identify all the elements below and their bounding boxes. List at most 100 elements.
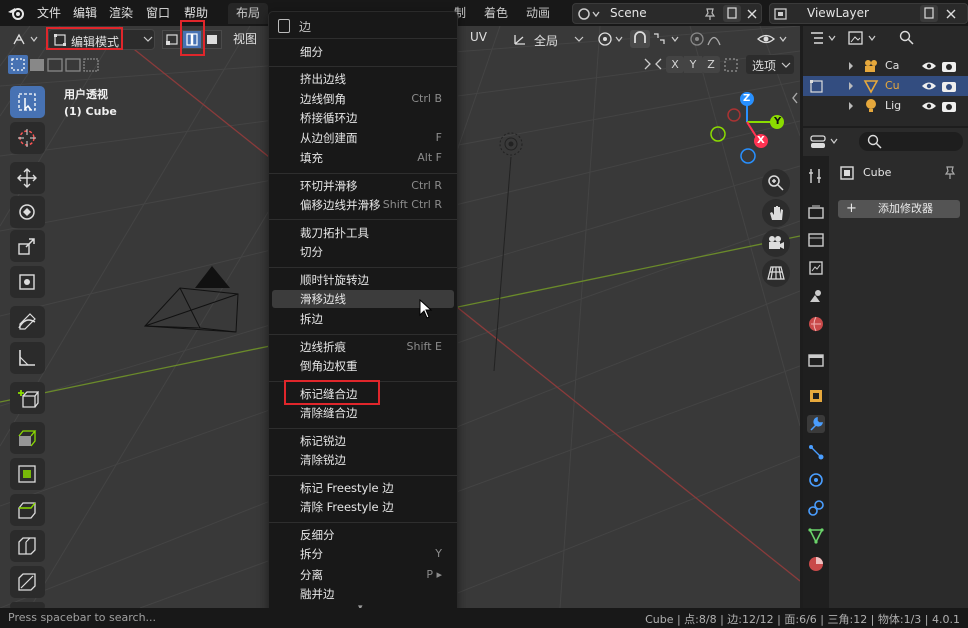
annotate-tool[interactable] <box>10 306 45 338</box>
modifier-tab-icon[interactable] <box>807 415 825 433</box>
mirror-x-toggle[interactable]: X <box>666 56 684 73</box>
overlay-visibility-icon[interactable] <box>756 30 796 48</box>
visibility-eye-icon[interactable] <box>921 99 937 113</box>
scene-selector[interactable]: Scene <box>572 3 762 24</box>
view-layer-selector[interactable]: ViewLayer <box>769 3 968 24</box>
properties-editor-type-icon[interactable] <box>809 133 841 151</box>
inset-faces-tool[interactable] <box>10 458 45 490</box>
delete-view-layer-icon[interactable] <box>942 5 960 22</box>
add-cube-tool[interactable] <box>10 382 45 414</box>
menu-item-bridge-edge-loops[interactable]: 桥接循环边 <box>272 109 454 127</box>
output-tab-icon[interactable] <box>807 231 825 249</box>
menu-item-subdivide[interactable]: 细分 <box>272 43 454 61</box>
rotate-tool[interactable] <box>10 196 45 228</box>
blender-logo-icon[interactable] <box>7 4 25 22</box>
menu-item-separate[interactable]: 分离 P ▸ <box>272 566 454 584</box>
render-camera-icon[interactable] <box>941 79 957 93</box>
proportional-editing-icon[interactable] <box>688 30 732 48</box>
constraints-tab-icon[interactable] <box>807 499 825 517</box>
options-dropdown[interactable]: 选项 <box>746 55 794 74</box>
gizmo-z-label[interactable]: Z <box>743 93 750 104</box>
zoom-button[interactable] <box>762 169 790 197</box>
menu-item-loop-cut-slide[interactable]: 环切并滑移 Ctrl R <box>272 177 454 195</box>
menu-item-bisect[interactable]: 切分 <box>272 243 454 261</box>
menu-file[interactable]: 文件 <box>33 4 65 22</box>
display-mode-icon[interactable] <box>847 30 881 48</box>
pin-icon[interactable] <box>942 165 958 181</box>
menu-item-mark-sharp[interactable]: 标记锐边 <box>272 432 454 450</box>
menu-item-make-face[interactable]: 从边创建面 F <box>272 129 454 147</box>
menu-item-fill[interactable]: 填充 Alt F <box>272 149 454 167</box>
pin-icon[interactable] <box>703 7 717 21</box>
gizmo-y-label[interactable]: Y <box>774 116 781 127</box>
tool-tab-icon[interactable] <box>807 167 825 185</box>
visibility-eye-icon[interactable] <box>921 79 937 93</box>
menu-window[interactable]: 窗口 <box>142 4 174 22</box>
pan-button[interactable] <box>762 199 790 227</box>
menu-item-split[interactable]: 拆分 Y <box>272 545 454 563</box>
menu-item-bevel-edges[interactable]: 边线倒角 Ctrl B <box>272 90 454 108</box>
view-layer-tab-icon[interactable] <box>807 259 825 277</box>
mirror-options-icon[interactable] <box>642 56 664 74</box>
snapping-icon[interactable] <box>630 30 684 48</box>
extrude-region-tool[interactable] <box>10 422 45 454</box>
sidebar-toggle-icon[interactable] <box>790 91 800 105</box>
menu-item-clear-freestyle-edge[interactable]: 清除 Freestyle 边 <box>272 498 454 516</box>
menu-item-mark-seam[interactable]: 标记缝合边 <box>272 385 454 403</box>
menu-item-offset-edge-slide[interactable]: 偏移边线并滑移 Shift Ctrl R <box>272 196 454 214</box>
new-view-layer-icon[interactable] <box>920 5 938 22</box>
menu-item-knife-topology[interactable]: 裁刀拓扑工具 <box>272 224 454 242</box>
search-icon[interactable] <box>899 30 915 46</box>
tab-animation[interactable]: 动画 <box>518 3 558 24</box>
scene-tab-icon[interactable] <box>807 287 825 305</box>
view-menu[interactable]: 视图 <box>233 30 257 47</box>
face-select-mode-button[interactable] <box>202 30 222 49</box>
render-camera-icon[interactable] <box>941 99 957 113</box>
edit-mode-toggle-icon[interactable] <box>809 79 825 95</box>
scale-tool[interactable] <box>10 230 45 262</box>
outliner-row-light[interactable]: Lig <box>803 96 968 116</box>
world-tab-icon[interactable] <box>807 315 825 333</box>
material-tab-icon[interactable] <box>807 555 825 573</box>
menu-item-un-subdivide[interactable]: 反细分 <box>272 526 454 544</box>
mirror-y-toggle[interactable]: Y <box>684 56 702 73</box>
menu-item-clear-sharp[interactable]: 清除锐边 <box>272 451 454 469</box>
collection-tab-icon[interactable] <box>807 351 825 369</box>
outliner-editor-type-icon[interactable] <box>809 30 839 48</box>
menu-item-mark-freestyle-edge[interactable]: 标记 Freestyle 边 <box>272 479 454 497</box>
expand-arrow-icon[interactable] <box>847 101 855 111</box>
expand-arrow-icon[interactable] <box>847 61 855 71</box>
menu-item-bevel-weight[interactable]: 倒角边权重 <box>272 357 454 375</box>
menu-help[interactable]: 帮助 <box>180 4 212 22</box>
pivot-point-icon[interactable] <box>596 31 626 47</box>
mirror-z-toggle[interactable]: Z <box>702 56 720 73</box>
visibility-eye-icon[interactable] <box>921 59 937 73</box>
measure-tool[interactable] <box>10 342 45 374</box>
transform-tool[interactable] <box>10 266 45 298</box>
uv-menu[interactable]: UV <box>470 30 487 44</box>
menu-render[interactable]: 渲染 <box>105 4 137 22</box>
tab-layout[interactable]: 布局 <box>228 3 269 24</box>
gizmo-x-label[interactable]: X <box>757 135 765 146</box>
data-tab-icon[interactable] <box>807 527 825 545</box>
transform-orientation-selector[interactable]: 全局 <box>508 29 588 50</box>
new-scene-icon[interactable] <box>723 5 741 22</box>
select-box-tool[interactable] <box>10 86 45 118</box>
object-tab-icon[interactable] <box>807 387 825 405</box>
menu-item-rotate-edge-cw[interactable]: 顺时针旋转边 <box>272 271 454 289</box>
physics-tab-icon[interactable] <box>807 471 825 489</box>
editor-type-button[interactable] <box>8 29 42 50</box>
render-camera-icon[interactable] <box>941 59 957 73</box>
properties-search-input[interactable] <box>859 132 963 151</box>
add-modifier-button[interactable]: + 添加修改器 <box>838 200 960 218</box>
menu-item-dissolve-edges[interactable]: 融并边 <box>272 585 454 603</box>
move-tool[interactable] <box>10 162 45 194</box>
menu-item-clear-seam[interactable]: 清除缝合边 <box>272 404 454 422</box>
cursor-tool[interactable] <box>10 122 45 154</box>
tab-shading[interactable]: 着色 <box>476 3 516 24</box>
delete-scene-icon[interactable] <box>743 5 761 22</box>
menu-item-edge-crease[interactable]: 边线折痕 Shift E <box>272 338 454 356</box>
menu-edit[interactable]: 编辑 <box>69 4 101 22</box>
knife-tool[interactable] <box>10 566 45 598</box>
mode-selector[interactable]: 编辑模式 <box>48 29 155 50</box>
